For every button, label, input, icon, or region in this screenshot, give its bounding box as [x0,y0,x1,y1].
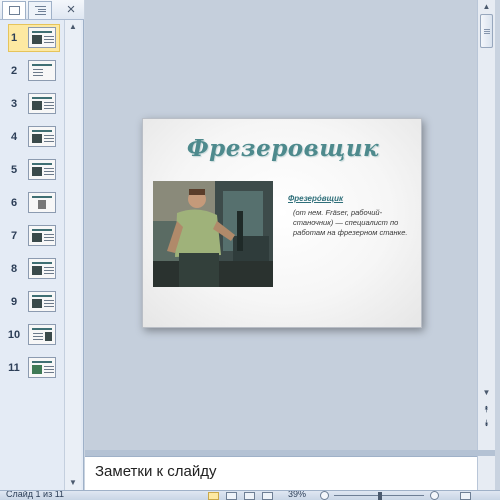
slide-number: 6 [10,197,18,209]
slide-number: 2 [10,65,18,77]
thumbnail-scrollbar[interactable]: ▲ ▼ [64,20,81,490]
thumbnail-image [28,357,56,378]
thumbnail-image [28,324,56,345]
thumbnail-image [28,192,56,213]
slide-thumbnail-11[interactable]: 11 [0,354,64,384]
slide-number: 11 [8,362,20,374]
slide-number: 9 [10,296,18,308]
normal-view-icon[interactable] [208,492,219,500]
term-link[interactable]: Фрезеро́вщик [288,194,343,203]
slides-tab-icon [8,6,20,15]
slide-number: 3 [10,98,18,110]
slides-pane: × 1 2 3 4 5 6 7 8 9 10 11 ▲ ▼ [0,0,84,490]
slide-number: 4 [10,131,18,143]
slide-number: 10 [7,329,21,341]
slide-number: 5 [10,164,18,176]
outline-tab-icon [34,6,46,15]
thumbnail-image [28,258,56,279]
slide-number: 8 [10,263,18,275]
zoom-level[interactable]: 39% [288,491,306,499]
scrollbar-thumb[interactable] [480,14,493,48]
notes-scrollbar[interactable] [477,456,495,490]
painting-of-worker [153,181,273,287]
miller-photo[interactable] [153,181,273,287]
next-slide-icon[interactable]: ⯯ [478,416,495,430]
tab-slides[interactable] [2,1,26,19]
notes-pane[interactable]: Заметки к слайду [85,456,477,490]
thumbnail-image [28,126,56,147]
vertical-scrollbar[interactable]: ▲ ▼ ⯭ ⯯ [477,0,495,450]
slide-number: 1 [10,32,18,44]
slide-thumbnail-10[interactable]: 10 [0,321,64,351]
thumbnail-image [28,27,56,48]
slide-title[interactable]: Фрезеровщик [143,135,423,162]
thumbnail-image [28,291,56,312]
thumbnail-image [28,60,56,81]
slide-thumbnail-4[interactable]: 4 [0,123,64,153]
definition-text[interactable]: (от нем. Fräser, рабочий-станочник) — сп… [288,208,416,238]
thumbnail-image [28,93,56,114]
slide-editing-area: Фрезеровщик Фрезеро́вщик (от нем. Fräser… [85,0,477,450]
pane-tabs: × [0,0,84,20]
current-slide[interactable]: Фрезеровщик Фрезеро́вщик (от нем. Fräser… [142,118,422,328]
thumbnail-image [28,159,56,180]
slide-thumbnail-2[interactable]: 2 [0,57,64,87]
thumbnail-image [28,225,56,246]
zoom-out-icon[interactable] [320,491,329,500]
slide-counter: Слайд 1 из 11 [6,490,65,499]
slide-thumbnail-3[interactable]: 3 [0,90,64,120]
slide-number: 7 [10,230,18,242]
scroll-up-icon[interactable]: ▲ [478,0,495,14]
scroll-down-icon[interactable]: ▼ [478,386,495,400]
thumbnail-list: 1 2 3 4 5 6 7 8 9 10 11 [0,22,64,490]
slide-thumbnail-8[interactable]: 8 [0,255,64,285]
slide-thumbnail-9[interactable]: 9 [0,288,64,318]
slide-thumbnail-7[interactable]: 7 [0,222,64,252]
scroll-down-icon[interactable]: ▼ [65,476,81,490]
zoom-slider-knob[interactable] [378,492,382,500]
previous-slide-icon[interactable]: ⯭ [478,402,495,416]
status-bar: Слайд 1 из 11 39% [0,490,500,500]
slide-thumbnail-5[interactable]: 5 [0,156,64,186]
slide-thumbnail-1[interactable]: 1 [0,24,64,54]
slide-thumbnail-6[interactable]: 6 [0,189,64,219]
scroll-up-icon[interactable]: ▲ [65,20,81,34]
notes-placeholder[interactable]: Заметки к слайду [95,463,217,480]
reading-view-icon[interactable] [244,492,255,500]
fit-to-window-icon[interactable] [460,492,471,500]
slide-sorter-icon[interactable] [226,492,237,500]
zoom-in-icon[interactable] [430,491,439,500]
close-icon[interactable]: × [63,1,79,19]
tab-outline[interactable] [28,1,52,19]
slideshow-icon[interactable] [262,492,273,500]
